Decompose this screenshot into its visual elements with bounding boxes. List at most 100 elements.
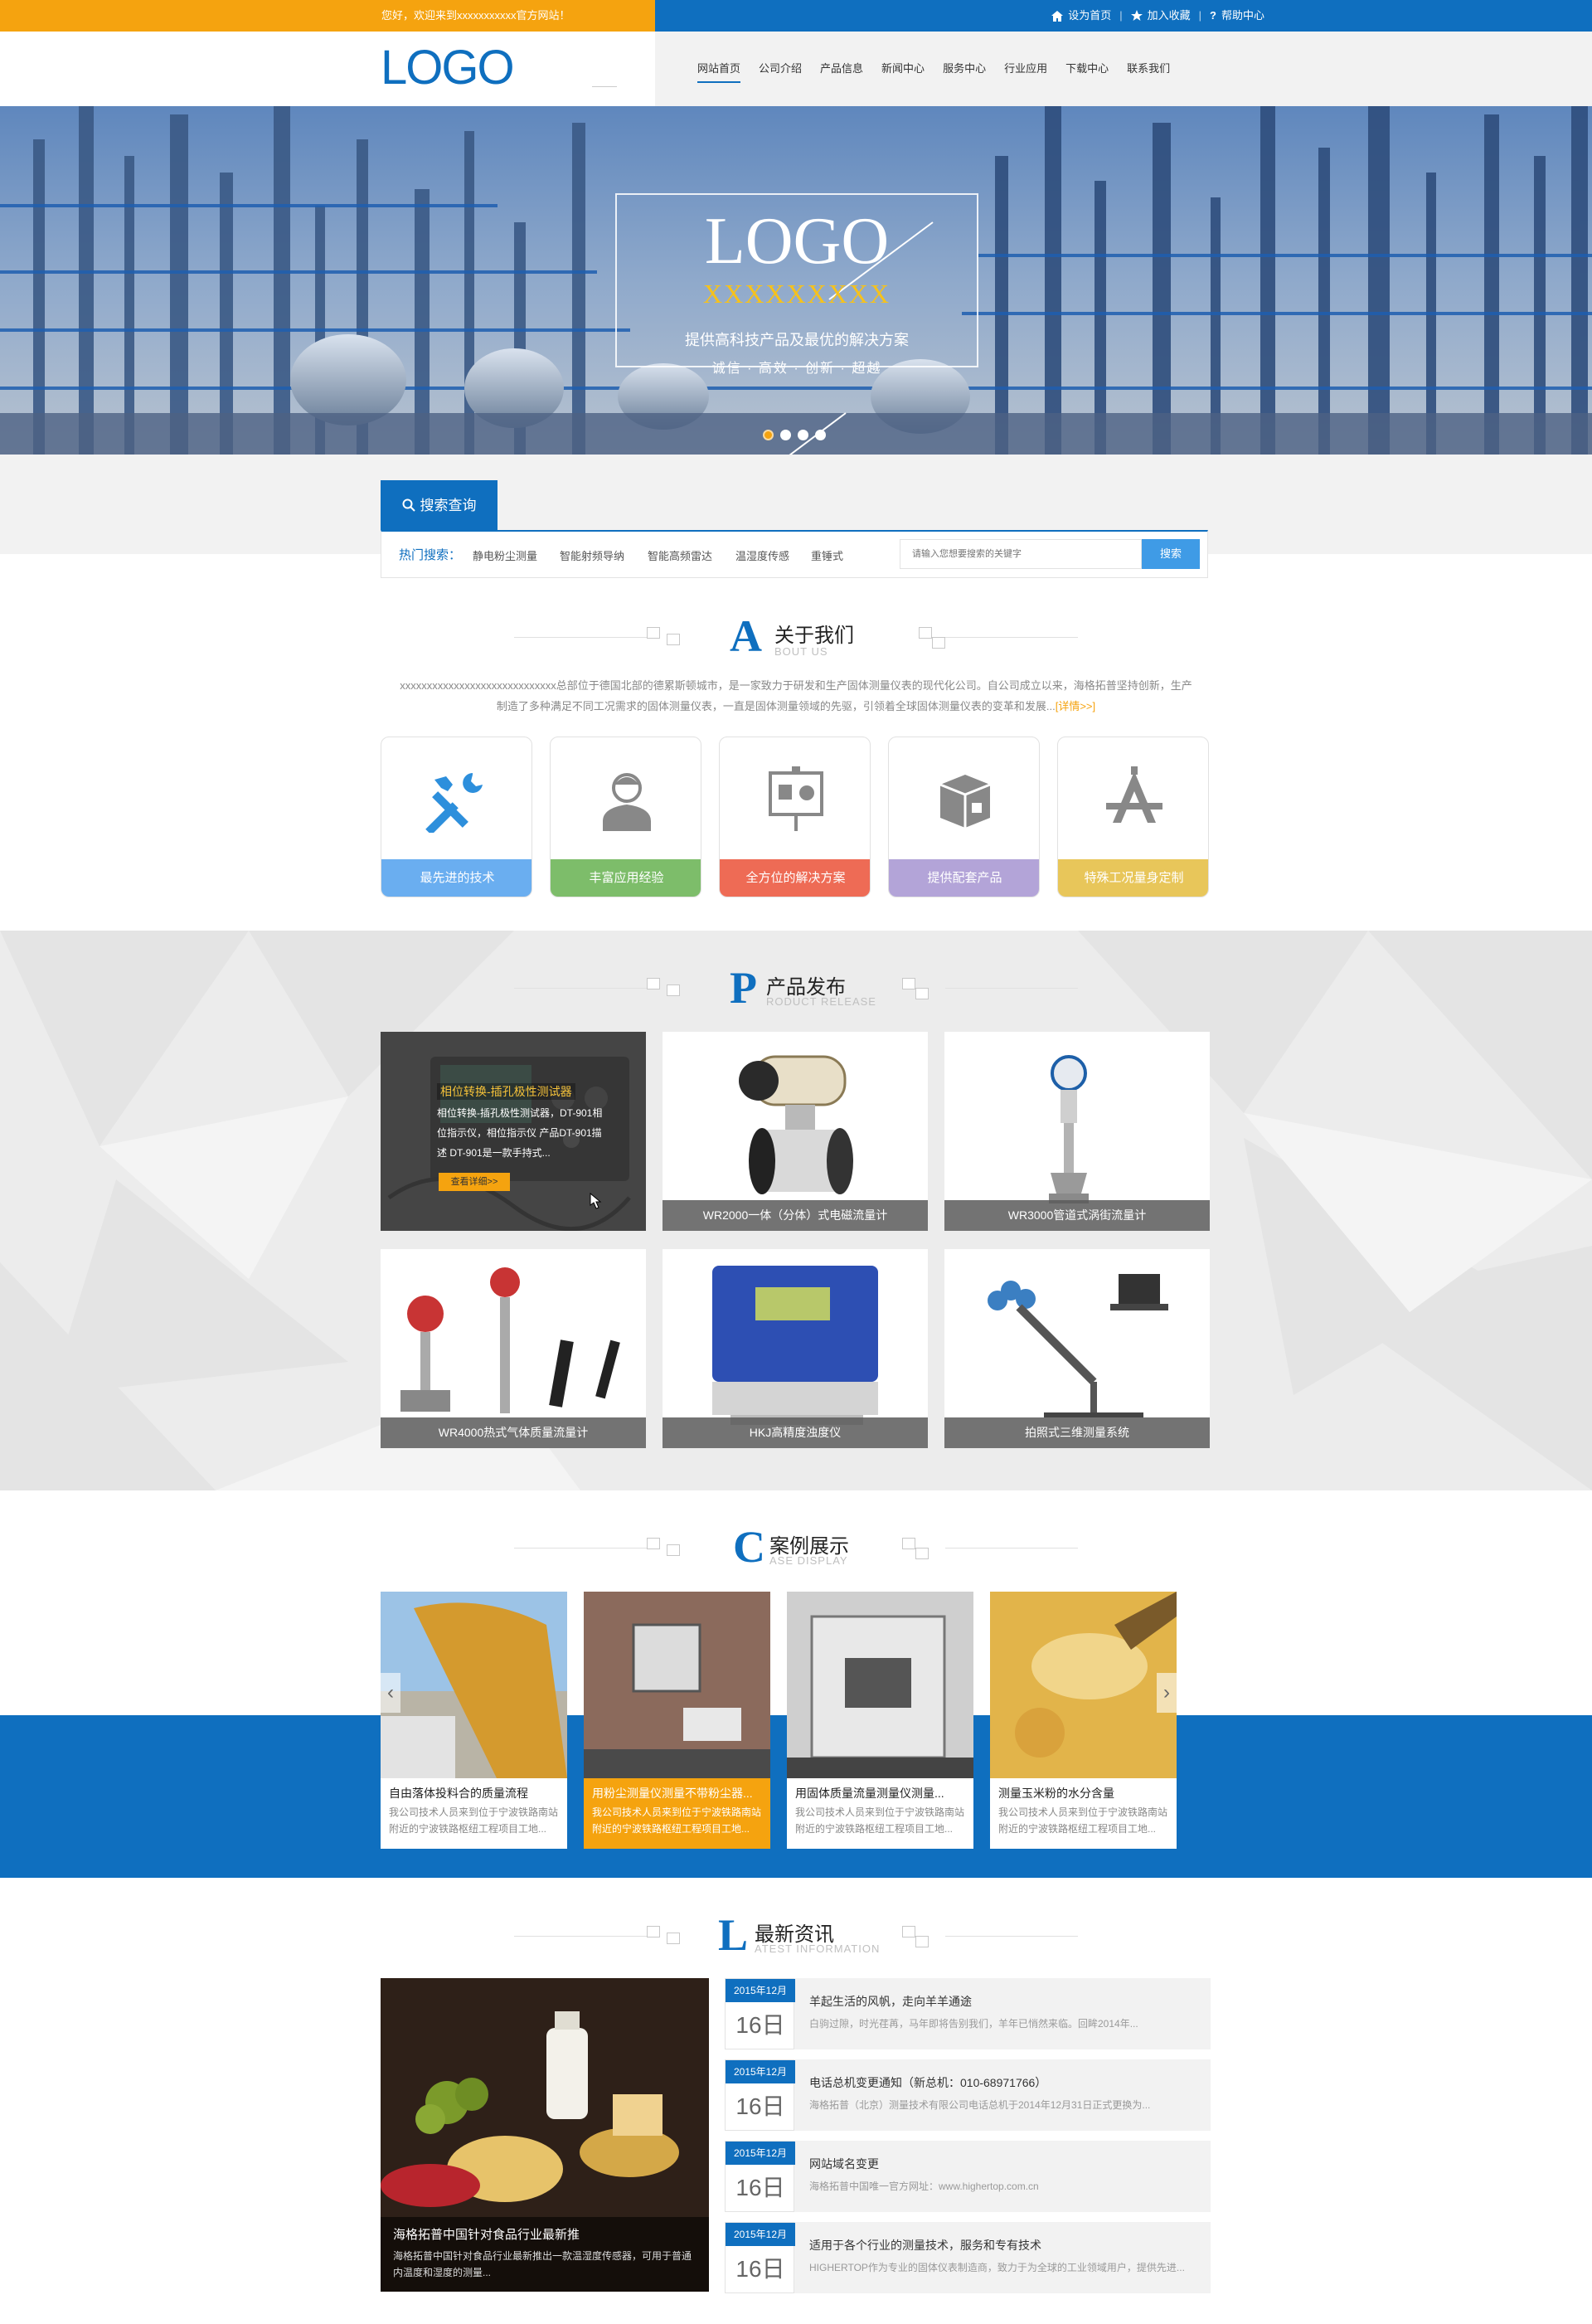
case-desc: 我公司技术人员来到位于宁波铁路南站附近的宁波铁路枢纽工程项目工地... xyxy=(389,1806,559,1835)
feature-card[interactable]: 提供配套产品 xyxy=(888,737,1040,897)
feature-card-label: 特殊工况量身定制 xyxy=(1058,859,1208,897)
feature-card[interactable]: 特殊工况量身定制 xyxy=(1057,737,1209,897)
title-ornament xyxy=(915,1548,929,1559)
news-featured[interactable]: 海格拓普中国针对食品行业最新推 海格拓普中国针对食品行业最新推出一款温湿度传感器… xyxy=(381,1978,709,2292)
feature-card-label: 丰富应用经验 xyxy=(551,859,701,897)
product-card[interactable]: 拍照式三维测量系统 xyxy=(944,1249,1210,1448)
presentation-icon xyxy=(768,766,823,831)
cursor-icon xyxy=(590,1192,602,1209)
search-tab-label: 搜索查询 xyxy=(420,498,477,513)
featured-product-desc: 相位转换-插孔极性测试器，DT-901相位指示仪，相位指示仪 产品DT-901描… xyxy=(437,1107,603,1159)
case-prev-arrow[interactable]: ‹ xyxy=(381,1673,400,1713)
nav-download[interactable]: 下载中心 xyxy=(1056,32,1118,106)
title-ornament xyxy=(902,978,915,989)
nav-home[interactable]: 网站首页 xyxy=(688,32,750,106)
divider: | xyxy=(1198,9,1202,22)
add-favorite-link[interactable]: 加入收藏 xyxy=(1130,0,1191,32)
title-ornament xyxy=(647,1538,660,1549)
help-center-label: 帮助中心 xyxy=(1221,9,1264,22)
news-item-desc: 白驹过隙，时光荏苒，马年即将告别我们，羊年已悄然来临。回眸2014年... xyxy=(809,2018,1138,2030)
hot-search-item[interactable]: 智能射频导纳 xyxy=(560,547,624,563)
product-card[interactable]: WR2000一体（分体）式电磁流量计 xyxy=(663,1032,928,1231)
news-item[interactable]: 2015年12月 16日 网站域名变更 海格拓普中国唯一官方网址：www.high… xyxy=(725,2141,1211,2212)
feature-card[interactable]: 丰富应用经验 xyxy=(550,737,701,897)
top-links-bar: 设为首页 | 加入收藏 | ? 帮助中心 xyxy=(655,0,1592,32)
news-day: 16日 xyxy=(735,2256,785,2282)
nav-contact[interactable]: 联系我们 xyxy=(1118,32,1179,106)
hot-search-item[interactable]: 重锤式 xyxy=(811,547,843,563)
title-ornament xyxy=(915,1936,929,1947)
home-icon xyxy=(1051,10,1064,22)
search-input[interactable] xyxy=(900,539,1142,569)
news-item-title: 适用于各个行业的测量技术，服务和专有技术 xyxy=(809,2239,1041,2252)
slider-dots xyxy=(763,430,826,440)
case-desc: 我公司技术人员来到位于宁波铁路南站附近的宁波铁路枢纽工程项目工地... xyxy=(998,1806,1168,1835)
search-button[interactable]: 搜索 xyxy=(1142,539,1200,569)
banner-logo: LOGO xyxy=(704,205,890,278)
about-letter: A xyxy=(730,611,762,661)
title-line xyxy=(945,637,1078,638)
title-ornament xyxy=(932,637,945,649)
news-date: 2015年12月 16日 xyxy=(725,2141,795,2212)
case-card[interactable]: 用固体质量流量测量仪测量... 我公司技术人员来到位于宁波铁路南站附近的宁波铁路… xyxy=(787,1592,973,1849)
case-card[interactable]: 测量玉米粉的水分含量 我公司技术人员来到位于宁波铁路南站附近的宁波铁路枢纽工程项… xyxy=(990,1592,1177,1849)
hot-search-item[interactable]: 静电粉尘测量 xyxy=(473,547,537,563)
title-ornament xyxy=(902,1926,915,1937)
product-caption: 拍照式三维测量系统 xyxy=(944,1417,1210,1448)
news-month: 2015年12月 xyxy=(726,2060,795,2083)
site-logo[interactable]: LOGO xyxy=(381,40,515,95)
feature-card[interactable]: 全方位的解决方案 xyxy=(719,737,871,897)
set-homepage-label: 设为首页 xyxy=(1068,9,1112,22)
question-icon: ? xyxy=(1210,9,1216,22)
about-more-link[interactable]: [详情>>] xyxy=(1056,700,1095,712)
product-card[interactable]: 相位转换-插孔极性测试器 相位转换-插孔极性测试器，DT-901相位指示仪，相位… xyxy=(381,1032,646,1231)
case-card[interactable]: 自由落体投料合的质量流程 我公司技术人员来到位于宁波铁路南站附近的宁波铁路枢纽工… xyxy=(381,1592,567,1849)
add-favorite-label: 加入收藏 xyxy=(1147,9,1191,22)
set-homepage-link[interactable]: 设为首页 xyxy=(1051,0,1111,32)
nav-about[interactable]: 公司介绍 xyxy=(750,32,811,106)
case-desc: 我公司技术人员来到位于宁波铁路南站附近的宁波铁路枢纽工程项目工地... xyxy=(795,1806,965,1835)
case-card[interactable]: 用粉尘测量仪测量不带粉尘器... 我公司技术人员来到位于宁波铁路南站附近的宁波铁… xyxy=(584,1592,770,1849)
news-item[interactable]: 2015年12月 16日 电话总机变更通知（新总机：010-68971766） 海… xyxy=(725,2059,1211,2131)
star-icon xyxy=(1130,10,1143,21)
search-tab[interactable]: 搜索查询 xyxy=(381,480,498,530)
compass-icon xyxy=(1105,766,1162,823)
about-subtitle: BOUT US xyxy=(774,645,828,658)
nav-industry[interactable]: 行业应用 xyxy=(995,32,1056,106)
help-center-link[interactable]: ? 帮助中心 xyxy=(1210,0,1264,32)
main-nav: 网站首页 公司介绍 产品信息 新闻中心 服务中心 行业应用 下载中心 联系我们 xyxy=(688,32,1179,106)
case-title: 测量玉米粉的水分含量 xyxy=(998,1787,1114,1800)
news-day: 16日 xyxy=(735,2012,785,2038)
title-ornament xyxy=(667,1544,680,1556)
nav-service[interactable]: 服务中心 xyxy=(934,32,995,106)
case-image-grain xyxy=(381,1592,567,1778)
title-line xyxy=(514,1548,647,1549)
news-item[interactable]: 2015年12月 16日 适用于各个行业的测量技术，服务和专有技术 HIGHERT… xyxy=(725,2222,1211,2293)
feature-card-label: 全方位的解决方案 xyxy=(720,859,870,897)
product-caption: WR4000热式气体质量流量计 xyxy=(381,1417,646,1448)
news-subtitle: ATEST INFORMATION xyxy=(755,1942,881,1955)
product-card[interactable]: HKJ高精度浊度仪 xyxy=(663,1249,928,1448)
hot-search-item[interactable]: 温湿度传感 xyxy=(735,547,789,563)
view-details-button[interactable]: 查看详细>> xyxy=(439,1173,510,1191)
slider-dot[interactable] xyxy=(815,430,826,440)
product-card[interactable]: WR4000热式气体质量流量计 xyxy=(381,1249,646,1448)
case-image-cornmeal xyxy=(990,1592,1177,1778)
about-text: xxxxxxxxxxxxxxxxxxxxxxxxxxxxx总部位于德国北部的德累… xyxy=(398,675,1194,717)
news-date: 2015年12月 16日 xyxy=(725,1978,795,2049)
news-item[interactable]: 2015年12月 16日 羊起生活的风帆，走向羊羊通途 白驹过隙，时光荏苒，马年即… xyxy=(725,1978,1211,2049)
slider-dot[interactable] xyxy=(798,430,808,440)
hot-search-item[interactable]: 智能高频雷达 xyxy=(648,547,712,563)
news-item-desc: HIGHERTOP作为专业的固体仪表制造商，致力于为全球的工业领域用户，提供先进… xyxy=(809,2262,1185,2273)
case-next-arrow[interactable]: › xyxy=(1157,1673,1177,1713)
nav-news[interactable]: 新闻中心 xyxy=(872,32,934,106)
slider-dot[interactable] xyxy=(763,430,774,440)
slider-dot[interactable] xyxy=(780,430,791,440)
news-item-title: 网站域名变更 xyxy=(809,2157,879,2171)
title-ornament xyxy=(902,1538,915,1549)
product-hover-overlay: 相位转换-插孔极性测试器 相位转换-插孔极性测试器，DT-901相位指示仪，相位… xyxy=(381,1032,646,1231)
product-card[interactable]: WR3000管道式涡街流量计 xyxy=(944,1032,1210,1231)
nav-products[interactable]: 产品信息 xyxy=(811,32,872,106)
title-line xyxy=(945,1936,1078,1937)
feature-card[interactable]: 最先进的技术 xyxy=(381,737,532,897)
